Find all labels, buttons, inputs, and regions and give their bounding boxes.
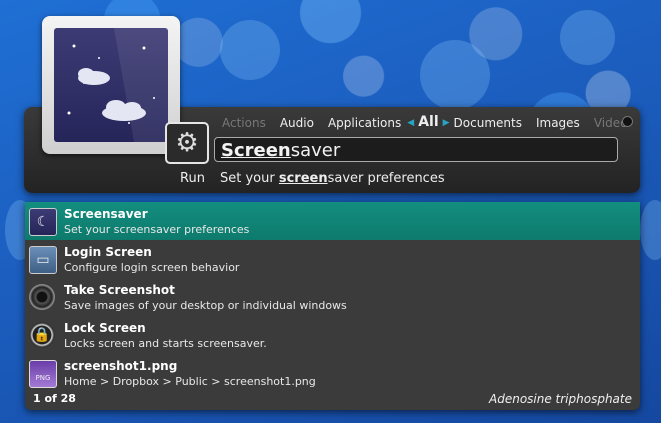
tab-applications[interactable]: Applications <box>328 116 401 130</box>
background-bokeh <box>560 10 615 65</box>
background-bokeh <box>640 200 661 260</box>
result-title: screenshot1.png <box>64 359 178 373</box>
description-match: screen <box>278 171 328 186</box>
results-list: ☾ Screensaver Set your screensaver prefe… <box>25 202 640 410</box>
result-row[interactable]: Take Screenshot Save images of your desk… <box>25 278 640 316</box>
background-bokeh <box>220 20 280 80</box>
tab-images[interactable]: Images <box>536 116 580 130</box>
result-row[interactable]: ▭ Login Screen Configure login screen be… <box>25 240 640 278</box>
arrow-left-icon: ◀ <box>407 118 415 128</box>
selected-item-icon-frame <box>42 16 180 154</box>
description-prefix: Set your <box>220 171 279 186</box>
lock-icon: 🔒 <box>29 322 55 348</box>
result-subtitle: Home > Dropbox > Public > screenshot1.pn… <box>64 375 316 388</box>
result-row[interactable]: 🔒 Lock Screen Locks screen and starts sc… <box>25 316 640 354</box>
result-title: Lock Screen <box>64 321 146 335</box>
selected-description: Set your screensaver preferences <box>220 171 445 186</box>
tab-actions[interactable]: Actions <box>222 116 266 130</box>
screensaver-icon <box>54 28 168 142</box>
gear-icon[interactable]: ⚙ <box>165 122 209 164</box>
tab-all[interactable]: All <box>418 114 438 130</box>
result-subtitle: Locks screen and starts screensaver. <box>64 337 267 350</box>
screensaver-icon: ☾ <box>29 208 57 236</box>
camera-icon <box>29 284 55 310</box>
result-title: Take Screenshot <box>64 283 175 297</box>
result-counter: 1 of 28 <box>33 392 76 405</box>
description-suffix: saver preferences <box>327 171 445 186</box>
login-screen-icon: ▭ <box>29 246 57 274</box>
tab-documents[interactable]: Documents <box>454 116 522 130</box>
arrow-right-icon: ▶ <box>442 118 450 128</box>
background-bokeh <box>420 40 490 110</box>
result-subtitle: Save images of your desktop or individua… <box>64 299 347 312</box>
category-tabs: Actions Audio Applications ◀ All ▶ Docum… <box>222 114 641 130</box>
result-title: Login Screen <box>64 245 152 259</box>
search-input[interactable]: Screensaver <box>214 137 618 162</box>
result-subtitle: Configure login screen behavior <box>64 261 240 274</box>
result-title: Screensaver <box>64 207 148 221</box>
result-subtitle: Set your screensaver preferences <box>64 223 250 236</box>
search-rest: saver <box>290 140 341 161</box>
search-match: Screen <box>221 140 291 161</box>
action-label: Run <box>180 171 205 186</box>
theme-name: Adenosine triphosphate <box>489 392 632 406</box>
tab-audio[interactable]: Audio <box>280 116 314 130</box>
result-row[interactable]: ☾ Screensaver Set your screensaver prefe… <box>25 202 640 240</box>
png-file-icon: PNG <box>29 360 57 388</box>
close-button[interactable] <box>622 116 633 127</box>
result-row[interactable]: PNG screenshot1.png Home > Dropbox > Pub… <box>25 354 640 392</box>
